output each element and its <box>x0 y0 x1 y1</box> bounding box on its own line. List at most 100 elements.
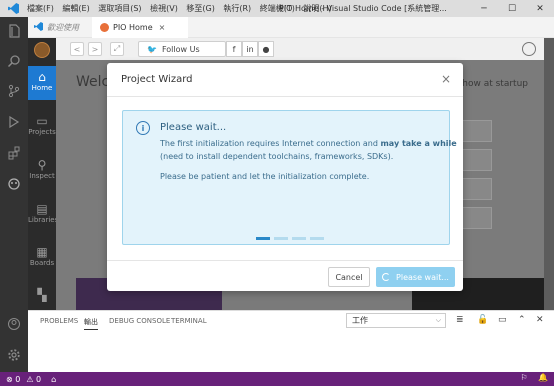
info-line-1-text: The first initialization requires Intern… <box>160 139 381 148</box>
info-heading: Please wait... <box>160 122 227 133</box>
please-wait-button[interactable]: Please wait... <box>376 267 455 287</box>
maximize-button[interactable]: ☐ <box>498 0 526 17</box>
lock-scroll-icon[interactable]: 🔓 <box>477 315 488 325</box>
clear-output-icon[interactable]: ≣ <box>456 315 464 325</box>
sidebar-item-label: Libraries <box>28 216 59 224</box>
menu-go[interactable]: 移至(G) <box>186 4 214 13</box>
info-line-1: The first initialization requires Intern… <box>160 139 457 148</box>
tab-debug-console[interactable]: DEBUG CONSOLE <box>109 317 170 325</box>
progress-indicator <box>256 237 328 240</box>
close-icon[interactable]: × <box>441 72 451 86</box>
pio-logo-icon <box>34 42 50 58</box>
tab-terminal[interactable]: TERMINAL <box>171 317 207 325</box>
tab-close-icon[interactable]: × <box>159 23 166 32</box>
sidebar-item-boards[interactable]: ▦ Boards <box>28 241 56 275</box>
bottom-panel: PROBLEMS 輸出 DEBUG CONSOLE TERMINAL 工作 ⌵ … <box>28 310 554 372</box>
menu-run[interactable]: 執行(R) <box>223 4 251 13</box>
sidebar-item-projects[interactable]: ▭ Projects <box>28 110 56 144</box>
errors-indicator[interactable]: ⊗ 0 <box>6 375 20 384</box>
tab-problems[interactable]: PROBLEMS <box>40 317 78 325</box>
notification-bell-icon[interactable]: 🔔 <box>538 373 548 382</box>
tab-welcome[interactable]: 歡迎使用 <box>28 17 92 38</box>
editor-tab-bar: 歡迎使用 PIO Home × <box>28 17 554 38</box>
facebook-icon[interactable]: f <box>226 41 242 57</box>
sidebar-item-libraries[interactable]: ▤ Libraries <box>28 198 59 232</box>
info-alert: i Please wait... The first initializatio… <box>122 110 457 245</box>
follow-us-button[interactable]: 🐦 Follow Us <box>138 41 226 57</box>
project-wizard-dialog: Project Wizard × i Please wait... The fi… <box>107 63 463 291</box>
activity-bar <box>0 17 28 372</box>
back-button[interactable]: < <box>70 42 84 56</box>
tab-output[interactable]: 輸出 <box>84 317 98 330</box>
github-icon[interactable]: ● <box>258 41 274 57</box>
sidebar-item-platforms[interactable]: ▚ <box>28 284 56 308</box>
platformio-icon[interactable] <box>0 172 28 196</box>
show-at-startup-label: Show at startup <box>456 79 528 89</box>
cancel-button[interactable]: Cancel <box>328 267 370 287</box>
menu-view[interactable]: 檢視(V) <box>150 4 178 13</box>
account-icon[interactable] <box>0 312 28 336</box>
run-debug-icon[interactable] <box>0 110 28 134</box>
tab-pio-home[interactable]: PIO Home × <box>92 17 188 38</box>
editor-scrollbar[interactable] <box>544 38 554 310</box>
warnings-indicator[interactable]: ⚠ 0 <box>26 375 41 384</box>
sidebar-item-inspect[interactable]: ⚲ Inspect <box>28 154 56 188</box>
explorer-icon[interactable] <box>0 19 28 43</box>
split-panel-icon[interactable]: ▭ <box>498 315 507 325</box>
sidebar-item-label: Home <box>31 84 53 92</box>
menu-selection[interactable]: 選取項目(S) <box>98 4 141 13</box>
info-line-2: (need to install dependent toolchains, f… <box>160 152 394 161</box>
status-bar: ⊗ 0 ⚠ 0 ⌂ ⚐ 🔔 <box>0 372 554 386</box>
close-panel-icon[interactable]: ✕ <box>536 315 544 325</box>
projects-icon: ▭ <box>36 114 48 128</box>
vscode-tab-icon <box>34 22 43 33</box>
sidebar-item-label: Projects <box>28 128 56 136</box>
minimize-button[interactable]: ─ <box>470 0 498 17</box>
chevron-down-icon: ⌵ <box>435 316 441 324</box>
menu-edit[interactable]: 編輯(E) <box>62 4 89 13</box>
extensions-icon[interactable] <box>0 141 28 165</box>
info-line-1-bold: may take a while <box>380 139 457 148</box>
output-channel-value: 工作 <box>352 316 368 325</box>
user-avatar-icon[interactable] <box>522 42 536 56</box>
menu-file[interactable]: 檔案(F) <box>27 4 54 13</box>
source-control-icon[interactable] <box>0 79 28 103</box>
linkedin-icon[interactable]: in <box>242 41 258 57</box>
pio-tab-icon <box>100 23 109 32</box>
maximize-panel-icon[interactable]: ⌃ <box>518 315 526 325</box>
title-bar: 檔案(F) 編輯(E) 選取項目(S) 檢視(V) 移至(G) 執行(R) 終端… <box>0 0 554 17</box>
progress-segment <box>256 237 270 240</box>
info-icon: i <box>136 121 150 135</box>
progress-segment <box>274 237 288 240</box>
vscode-logo-icon <box>6 2 20 16</box>
tab-pio-home-label: PIO Home <box>113 23 153 32</box>
progress-segment <box>310 237 324 240</box>
window-title: PIO Home - Visual Studio Code [系統管理... <box>279 4 447 13</box>
please-wait-label: Please wait... <box>396 272 449 282</box>
dialog-header: Project Wizard × <box>107 63 463 97</box>
forward-button[interactable]: > <box>88 42 102 56</box>
progress-segment <box>292 237 306 240</box>
sidebar-item-home[interactable]: ⌂ Home <box>28 66 56 100</box>
boards-icon: ▦ <box>36 245 48 259</box>
inspect-icon: ⚲ <box>37 158 47 172</box>
spinner-icon <box>382 273 391 281</box>
search-icon[interactable] <box>0 49 28 73</box>
window-controls: ─ ☐ ✕ <box>470 0 554 17</box>
expand-button[interactable]: ⤢ <box>110 42 124 56</box>
settings-gear-icon[interactable] <box>0 343 28 367</box>
home-icon: ⌂ <box>38 70 46 84</box>
tab-welcome-label: 歡迎使用 <box>47 23 79 32</box>
sidebar-item-label: Inspect <box>29 172 55 180</box>
pio-sidebar: ⌂ Home ▭ Projects ⚲ Inspect ▤ Libraries … <box>28 38 59 310</box>
sidebar-item-label: Boards <box>29 259 55 267</box>
output-channel-select[interactable]: 工作 ⌵ <box>346 313 446 328</box>
dialog-title: Project Wizard <box>121 74 193 85</box>
libraries-icon: ▤ <box>36 202 48 216</box>
remote-icon[interactable]: ⚐ <box>520 373 527 382</box>
pio-home-status-icon[interactable]: ⌂ <box>51 375 56 384</box>
twitter-icon: 🐦 <box>147 44 157 54</box>
close-window-button[interactable]: ✕ <box>526 0 554 17</box>
info-line-3: Please be patient and let the initializa… <box>160 172 370 181</box>
pio-toolbar: < > ⤢ 🐦 Follow Us f in ● <box>56 38 544 60</box>
